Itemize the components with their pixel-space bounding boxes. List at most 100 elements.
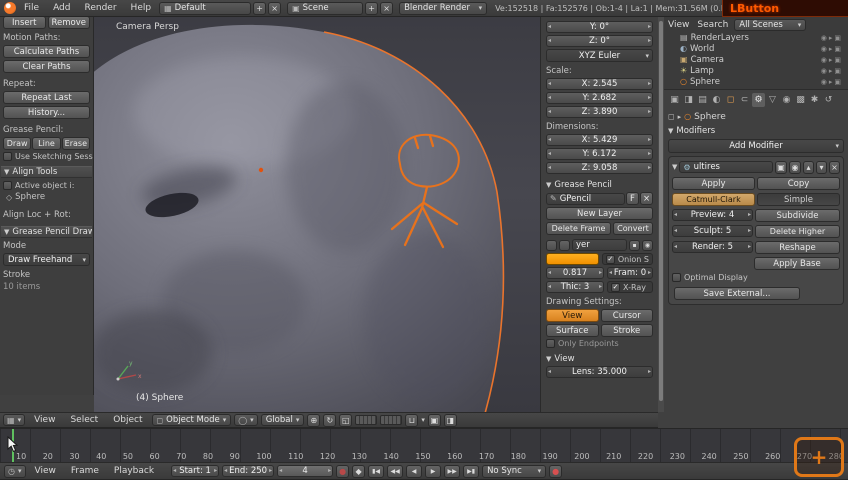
only-endpoints-checkbox[interactable] [546,339,555,348]
outliner-view-menu[interactable]: View [666,20,691,30]
tab-scene-icon[interactable]: ◨ [682,93,695,107]
tab-physics-icon[interactable]: ↺ [822,93,835,107]
gp-layer-color-chip[interactable] [546,239,557,251]
modifier-move-down-button[interactable]: ▾ [816,160,827,174]
restrict-toggles-icons[interactable]: ◉▸▣ [821,56,846,64]
subdivide-button[interactable]: Subdivide [755,209,840,222]
gp-layer-name-field[interactable]: yer [572,239,627,251]
gp-layer-fill-chip[interactable] [559,239,570,251]
manipulator-scale-icon[interactable]: ◱ [339,413,353,427]
render-opengl-icon[interactable]: ▣ [427,413,441,427]
tab-object-icon[interactable]: ◻ [724,93,737,107]
editor-type-selector[interactable]: ▦ ▾ [3,414,26,426]
manipulator-translate-icon[interactable]: ⊕ [307,413,321,427]
menu-render[interactable]: Render [79,3,123,13]
insert-keyframe-button[interactable]: Insert [3,16,46,29]
reshape-button[interactable]: Reshape [755,241,840,254]
gp-erase-button[interactable]: Erase [61,137,90,150]
increment-arrow-icon[interactable]: ▸ [648,109,651,115]
new-layer-button[interactable]: New Layer [546,207,653,220]
frame-end-field[interactable]: ◂ End: 250 ▸ [222,465,275,477]
unlink-button[interactable]: × [640,192,653,205]
timeline-ruler[interactable]: 10 20 30 40 50 60 70 80 90 100 110 120 130 140 150 16… [0,428,848,463]
modifier-expand-icon[interactable]: ▼ [672,163,677,171]
lock-icon[interactable]: ▪ [629,239,640,251]
modifier-name-field[interactable]: ⚙ ultires [679,161,773,173]
scene-delete-button[interactable]: × [380,1,394,15]
outliner-item-world[interactable]: ◐ World ◉▸▣ [666,43,846,54]
tab-material-icon[interactable]: ◉ [780,93,793,107]
viewport-shading-selector[interactable]: ◯ ▾ [234,414,258,426]
timeline-frame-menu[interactable]: Frame [65,466,105,476]
sculpt-level-field[interactable]: ◂ Sculpt: 5 ▸ [672,225,753,237]
render-anim-icon[interactable]: ◨ [443,413,457,427]
scale-y-field[interactable]: ◂ Y: 2.682 ▸ [546,92,653,104]
decrement-arrow-icon[interactable]: ◂ [548,151,551,157]
outliner-item-sphere[interactable]: ○ Sphere ◉▸▣ [666,76,846,87]
record-button[interactable]: ● [549,464,563,478]
menu-add[interactable]: Add [47,3,76,13]
mode-selector[interactable]: ◻ Object Mode ▾ [151,414,232,426]
scene-add-button[interactable]: + [365,1,379,15]
decrement-arrow-icon[interactable]: ◂ [674,244,677,250]
jump-prev-keyframe-button[interactable]: ◀◀ [387,464,404,478]
outliner-item-camera[interactable]: ▣ Camera ◉▸▣ [666,54,846,65]
increment-arrow-icon[interactable]: ▸ [748,244,751,250]
draw-to-cursor-button[interactable]: Cursor [600,309,653,322]
decrement-arrow-icon[interactable]: ◂ [224,468,227,474]
scale-z-field[interactable]: ◂ Z: 3.890 ▸ [546,106,653,118]
increment-arrow-icon[interactable]: ▸ [648,165,651,171]
timeline-playback-menu[interactable]: Playback [108,466,160,476]
tab-constraints-icon[interactable]: ⊂ [738,93,751,107]
lens-field[interactable]: ◂ Lens: 35.000 ▸ [546,366,653,378]
subdivision-type-catmull-button[interactable]: Catmull-Clark [672,193,755,206]
decrement-arrow-icon[interactable]: ◂ [548,369,551,375]
gp-thickness-field[interactable]: ◂ Thic: 3 ▸ [546,281,604,293]
increment-arrow-icon[interactable]: ▸ [648,81,651,87]
clear-paths-button[interactable]: Clear Paths [3,60,90,73]
scene-selector[interactable]: ▣ Scene [287,1,364,15]
render-engine-selector[interactable]: Blender Render ▾ [399,1,488,15]
layout-delete-button[interactable]: × [268,1,282,15]
outliner-item-renderlayers[interactable]: ▤ RenderLayers ◉▸▣ [666,32,846,43]
increment-arrow-icon[interactable]: ▸ [599,284,602,290]
remove-keyframe-button[interactable]: Remove [47,16,90,29]
copy-modifier-button[interactable]: Copy [757,177,840,190]
auto-keyframe-record-icon[interactable]: ● [336,464,350,478]
menu-file[interactable]: File [18,3,45,13]
increment-arrow-icon[interactable]: ▸ [648,95,651,101]
scrollbar-thumb[interactable] [659,21,663,401]
gp-opacity-field[interactable]: ◂ 0.817 ▸ [546,267,604,279]
viewport-3d[interactable]: x y Camera Persp (4) Sphere [94,17,540,412]
jump-to-start-button[interactable]: ▮◀ [368,464,385,478]
modifiers-panel-header[interactable]: ▼ Modifiers [668,126,844,136]
viewport-object-menu[interactable]: Object [107,415,148,425]
decrement-arrow-icon[interactable]: ◂ [548,24,551,30]
keying-set-icon[interactable]: ◆ [352,464,366,478]
convert-button[interactable]: Convert [613,222,653,235]
modifier-visibility-toggle-icon[interactable]: ◉ [789,160,801,174]
subdivision-type-simple-button[interactable]: Simple [757,193,840,206]
restrict-toggles-icons[interactable]: ◉▸▣ [821,34,846,42]
optimal-display-checkbox[interactable] [672,273,681,282]
rotation-y-field[interactable]: ◂ Y: 0° ▸ [546,21,653,33]
jump-next-keyframe-button[interactable]: ▶▶ [444,464,461,478]
active-object-checkbox[interactable] [3,181,12,190]
jump-to-end-button[interactable]: ▶▮ [463,464,480,478]
view-panel-header[interactable]: ▼ View [546,354,653,364]
delete-frame-button[interactable]: Delete Frame [546,222,611,235]
tab-modifiers-icon[interactable]: ⚙ [752,93,765,107]
manipulator-rotate-icon[interactable]: ↻ [323,413,337,427]
dimension-x-field[interactable]: ◂ X: 5.429 ▸ [546,134,653,146]
decrement-arrow-icon[interactable]: ◂ [548,38,551,44]
modifier-delete-button[interactable]: × [829,160,840,174]
layout-add-button[interactable]: + [253,1,267,15]
screen-layout-selector[interactable]: ▦ Default [159,1,252,15]
grease-pencil-draw-panel-header[interactable]: ▼ Grease Pencil Draw [1,226,92,238]
decrement-arrow-icon[interactable]: ◂ [548,137,551,143]
increment-arrow-icon[interactable]: ▸ [648,369,651,375]
gp-stroke-color-swatch[interactable] [546,253,599,265]
play-button[interactable]: ▶ [425,464,442,478]
decrement-arrow-icon[interactable]: ◂ [173,468,176,474]
layers-widget[interactable] [355,415,378,425]
